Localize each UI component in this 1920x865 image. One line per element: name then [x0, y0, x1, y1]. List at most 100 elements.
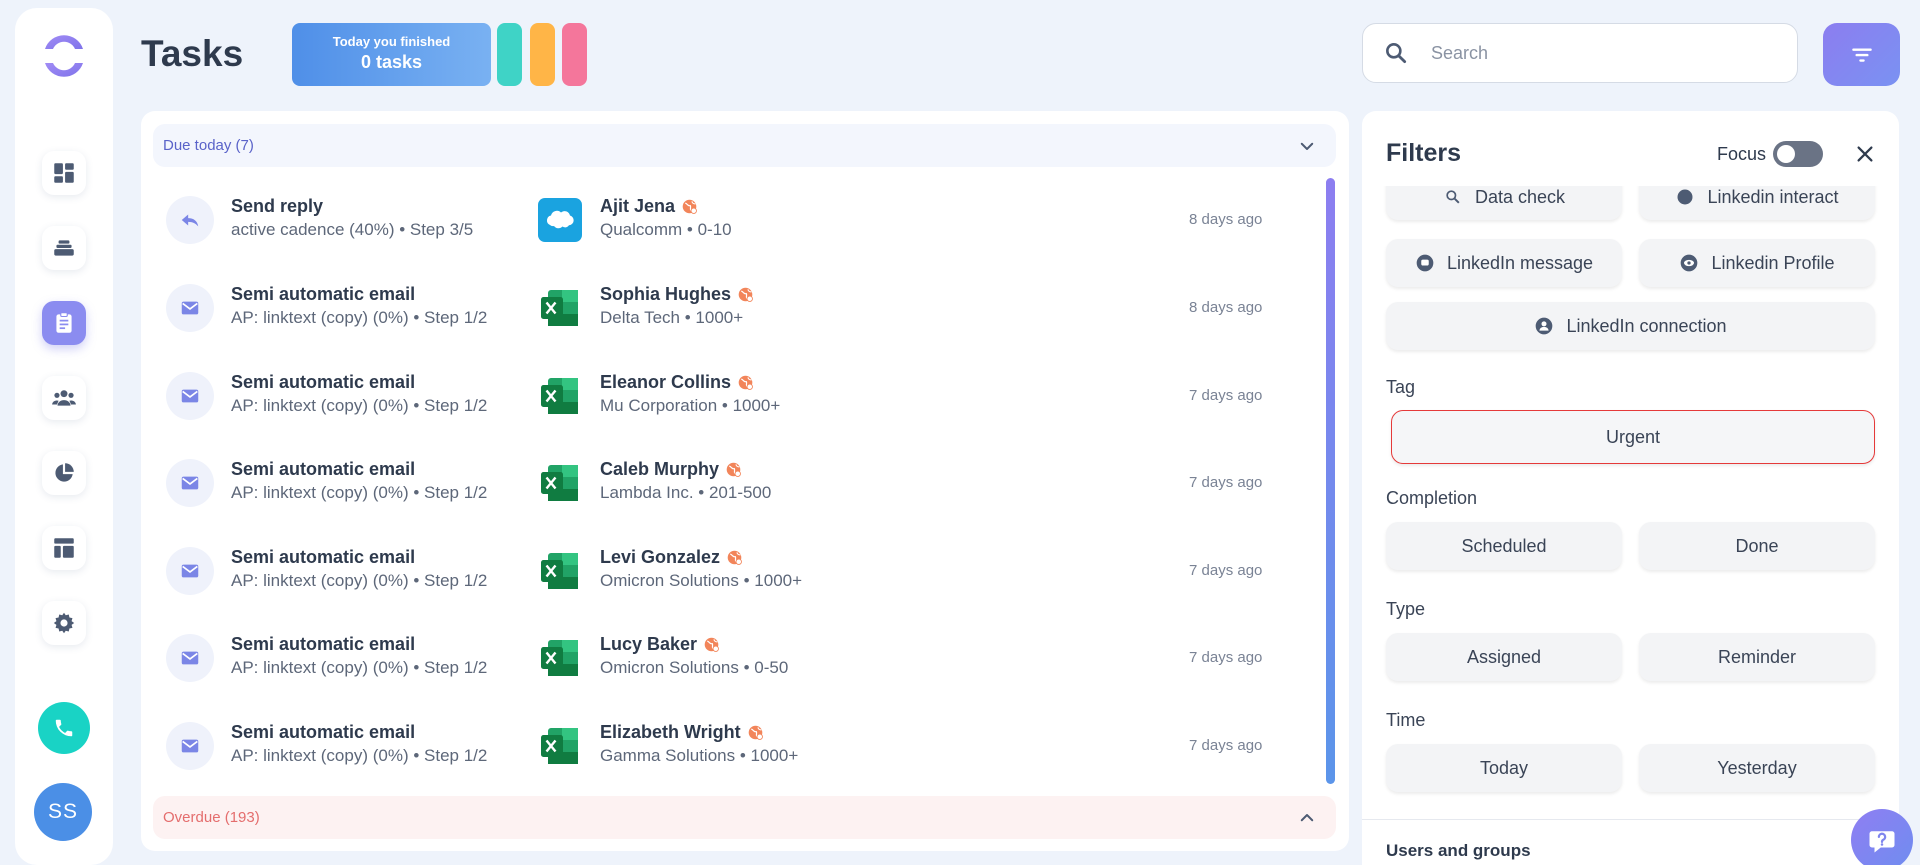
- nav-contacts[interactable]: [42, 376, 86, 420]
- chip-assigned[interactable]: Assigned: [1386, 633, 1622, 681]
- task-row[interactable]: Semi automatic email AP: linktext (copy)…: [141, 354, 1321, 442]
- layers-icon: [54, 240, 74, 256]
- message-icon: [1416, 254, 1434, 272]
- timezone-icon: [726, 462, 741, 477]
- contact-company: Qualcomm • 0-10: [600, 220, 732, 239]
- task-row[interactable]: Semi automatic email AP: linktext (copy)…: [141, 704, 1321, 792]
- contact-name[interactable]: Sophia Hughes: [600, 284, 731, 305]
- task-type-icon: [166, 372, 214, 420]
- chevron-down-icon[interactable]: [1298, 137, 1316, 155]
- excel-icon: [541, 290, 578, 326]
- task-title: Semi automatic email: [231, 459, 416, 479]
- contact-company: Mu Corporation • 1000+: [600, 396, 781, 415]
- filters-title: Filters: [1386, 139, 1462, 167]
- task-time: 7 days ago: [1189, 737, 1263, 754]
- contact-name-wrap: Elizabeth Wright: [600, 722, 764, 743]
- completion-label: Completion: [1386, 488, 1478, 508]
- salesforce-icon: [538, 198, 582, 242]
- chip-label: Assigned: [1466, 646, 1542, 667]
- chip-today[interactable]: Today: [1386, 744, 1622, 792]
- gear-icon: [53, 612, 75, 634]
- phone-button[interactable]: [38, 702, 90, 754]
- task-row[interactable]: Semi automatic email AP: linktext (copy)…: [141, 529, 1321, 617]
- task-list-scrollbar[interactable]: [1326, 178, 1335, 784]
- nav-settings[interactable]: [42, 601, 86, 645]
- chip-linkedin-message[interactable]: LinkedIn message: [1386, 239, 1622, 287]
- filters-divider: [1362, 819, 1899, 820]
- chip-label: Yesterday: [1717, 757, 1797, 778]
- chip-label: Reminder: [1717, 646, 1797, 667]
- template-icon: [54, 538, 74, 558]
- help-button[interactable]: [1851, 809, 1913, 865]
- nav-layers[interactable]: [42, 226, 86, 270]
- chip-done[interactable]: Done: [1639, 522, 1875, 570]
- task-type-icon: [166, 284, 214, 332]
- mail-icon: [181, 651, 199, 665]
- filter-toggle-button[interactable]: [1823, 23, 1900, 86]
- chip-label: Data check: [1474, 186, 1566, 207]
- contact-name[interactable]: Eleanor Collins: [600, 372, 731, 393]
- close-icon[interactable]: [1854, 143, 1876, 165]
- contact-company: Gamma Solutions • 1000+: [600, 746, 799, 765]
- chip-linkedin-interact[interactable]: Linkedin interact: [1639, 186, 1875, 220]
- task-subtitle: AP: linktext (copy) (0%) • Step 1/2: [231, 483, 488, 502]
- chip-label: Today: [1479, 757, 1529, 778]
- chip-data-check[interactable]: Data check: [1386, 186, 1622, 220]
- overdue-label: Overdue (193): [163, 809, 260, 826]
- contact-name[interactable]: Caleb Murphy: [600, 459, 719, 480]
- app-logo[interactable]: [39, 31, 89, 81]
- timezone-icon: [727, 550, 742, 565]
- tag-label: Tag: [1386, 377, 1416, 397]
- nav-templates[interactable]: [42, 526, 86, 570]
- focus-label: Focus: [1717, 144, 1767, 164]
- nav-tasks[interactable]: [42, 301, 86, 345]
- task-title: Semi automatic email: [231, 722, 416, 742]
- task-row[interactable]: Semi automatic email AP: linktext (copy)…: [141, 616, 1321, 704]
- due-today-header[interactable]: Due today (7): [153, 124, 1336, 167]
- focus-toggle[interactable]: [1773, 141, 1823, 167]
- task-subtitle: AP: linktext (copy) (0%) • Step 1/2: [231, 658, 488, 677]
- eye-icon: [1681, 254, 1698, 272]
- task-type-icon: [166, 634, 214, 682]
- pie-chart-icon: [55, 463, 74, 482]
- task-row[interactable]: Send reply active cadence (40%) • Step 3…: [141, 178, 1321, 266]
- contact-name[interactable]: Levi Gonzalez: [600, 547, 720, 568]
- chevron-up-icon[interactable]: [1298, 809, 1316, 827]
- chip-urgent[interactable]: Urgent: [1391, 410, 1875, 464]
- stat-pill-pink[interactable]: [562, 23, 587, 86]
- contact-company: Omicron Solutions • 0-50: [600, 658, 789, 677]
- excel-icon: [541, 640, 578, 676]
- filters-scroll-area[interactable]: Data check Linkedin interact LinkedIn me…: [1362, 186, 1899, 819]
- contact-name[interactable]: Ajit Jena: [600, 196, 675, 217]
- chip-label: Done: [1735, 535, 1779, 556]
- overdue-header[interactable]: Overdue (193): [153, 796, 1336, 839]
- timezone-icon: [738, 375, 753, 390]
- users-groups-label: Users and groups: [1386, 841, 1531, 860]
- chip-yesterday[interactable]: Yesterday: [1639, 744, 1875, 792]
- mail-icon: [181, 564, 199, 578]
- timezone-icon: [738, 287, 753, 302]
- nav-reports[interactable]: [42, 451, 86, 495]
- task-subtitle: AP: linktext (copy) (0%) • Step 1/2: [231, 396, 488, 415]
- user-avatar[interactable]: SS: [34, 783, 92, 841]
- task-row[interactable]: Semi automatic email AP: linktext (copy)…: [141, 441, 1321, 529]
- contact-name[interactable]: Lucy Baker: [600, 634, 697, 655]
- contact-name-wrap: Lucy Baker: [600, 634, 720, 655]
- contact-company: Lambda Inc. • 201-500: [600, 483, 772, 502]
- chip-scheduled[interactable]: Scheduled: [1386, 522, 1622, 570]
- nav-dashboard[interactable]: [42, 151, 86, 195]
- search-bar[interactable]: [1362, 23, 1798, 83]
- chip-reminder[interactable]: Reminder: [1639, 633, 1875, 681]
- stat-pill-teal[interactable]: [497, 23, 522, 86]
- chip-linkedin-profile[interactable]: Linkedin Profile: [1639, 239, 1875, 287]
- phone-icon: [55, 719, 73, 737]
- people-icon: [52, 390, 76, 406]
- search-input[interactable]: [1431, 42, 1771, 64]
- task-title: Semi automatic email: [231, 372, 416, 392]
- stat-pill-orange[interactable]: [530, 23, 555, 86]
- task-time: 7 days ago: [1189, 474, 1263, 491]
- task-subtitle: AP: linktext (copy) (0%) • Step 1/2: [231, 746, 488, 765]
- contact-name[interactable]: Elizabeth Wright: [600, 722, 741, 743]
- chip-linkedin-connection[interactable]: LinkedIn connection: [1386, 302, 1875, 350]
- task-row[interactable]: Semi automatic email AP: linktext (copy)…: [141, 266, 1321, 354]
